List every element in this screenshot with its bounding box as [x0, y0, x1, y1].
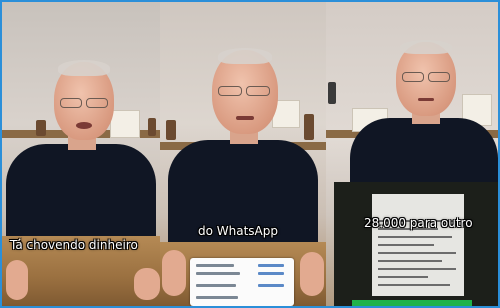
frame-border	[0, 0, 500, 308]
video-collage: Tá chovendo dinheiro do WhatsApp 28.000 …	[0, 0, 500, 308]
